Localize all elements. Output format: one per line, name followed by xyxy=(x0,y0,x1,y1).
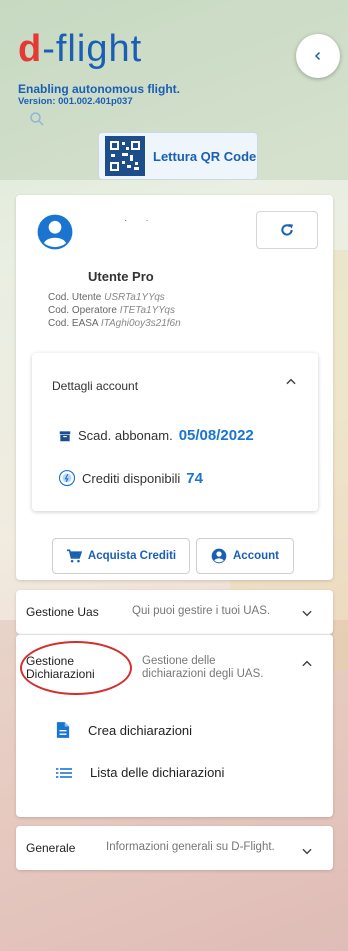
menu-item-crea-dichiarazioni[interactable]: Crea dichiarazioni xyxy=(56,721,192,739)
available-credits-value: 74 xyxy=(186,469,203,487)
account-details-panel[interactable]: Dettagli account Scad. abbonam. 05/08/20… xyxy=(32,353,318,511)
dflight-logo: d-flight xyxy=(18,28,143,70)
chevron-down-icon[interactable] xyxy=(300,606,314,620)
search-icon[interactable] xyxy=(28,110,46,128)
qr-code-icon xyxy=(105,136,145,176)
account-circle-icon xyxy=(211,548,227,564)
panel-generale-description: Informazioni generali su D-Flight. xyxy=(106,841,275,853)
panel-generale[interactable]: Generale Informazioni generali su D-Flig… xyxy=(16,826,333,870)
buy-credits-button[interactable]: Acquista Crediti xyxy=(52,538,190,574)
chevron-up-icon[interactable] xyxy=(284,375,298,389)
user-card: ·· Utente Pro Cod. Utente USRTa1YYqs Cod… xyxy=(16,195,333,580)
qr-code-button[interactable]: Lettura QR Code xyxy=(98,132,258,180)
refresh-icon xyxy=(281,224,293,236)
version-label: Version: 001.002.401p037 xyxy=(18,96,133,107)
user-name-dots: ·· xyxy=(124,215,167,226)
panel-generale-title: Generale xyxy=(26,841,76,855)
panel-uas-description: Qui puoi gestire i tuoi UAS. xyxy=(132,605,271,617)
subscription-expiry-value: 05/08/2022 xyxy=(178,427,254,444)
user-avatar-icon xyxy=(37,214,73,250)
document-icon xyxy=(56,722,70,738)
archive-icon xyxy=(59,430,71,441)
user-role-title: Utente Pro xyxy=(88,269,154,284)
list-icon xyxy=(56,767,72,778)
panel-dichiarazioni-title: Gestione Dichiarazioni xyxy=(26,654,95,681)
menu-item-lista-dichiarazioni[interactable]: Lista delle dichiarazioni xyxy=(56,765,224,780)
panel-gestione-dichiarazioni[interactable]: Gestione Dichiarazioni Gestione delle di… xyxy=(16,634,333,817)
account-button[interactable]: Account xyxy=(196,538,294,574)
qr-button-label: Lettura QR Code xyxy=(153,148,257,164)
code-operatore: Cod. Operatore ITETa1YYqs xyxy=(48,305,175,316)
available-credits: Crediti disponibili 74 xyxy=(58,469,203,487)
code-easa: Cod. EASA ITAghi0oy3s21f6n xyxy=(48,318,181,329)
account-details-title: Dettagli account xyxy=(52,379,139,393)
code-utente: Cod. Utente USRTa1YYqs xyxy=(48,292,165,303)
panel-uas-title: Gestione Uas xyxy=(26,605,99,619)
panel-dichiarazioni-description: Gestione delle dichiarazioni degli UAS. xyxy=(142,655,264,680)
tagline: Enabling autonomous flight. xyxy=(18,82,180,96)
chevron-down-icon[interactable] xyxy=(300,844,314,858)
refresh-button[interactable] xyxy=(256,211,318,249)
credit-icon xyxy=(58,469,76,487)
chevron-left-icon xyxy=(314,51,321,61)
panel-gestione-uas[interactable]: Gestione Uas Qui puoi gestire i tuoi UAS… xyxy=(16,590,333,634)
cart-icon xyxy=(66,549,82,563)
chevron-up-icon[interactable] xyxy=(300,657,314,671)
subscription-expiry: Scad. abbonam. 05/08/2022 xyxy=(58,427,254,444)
collapse-sidebar-button[interactable] xyxy=(296,34,340,78)
